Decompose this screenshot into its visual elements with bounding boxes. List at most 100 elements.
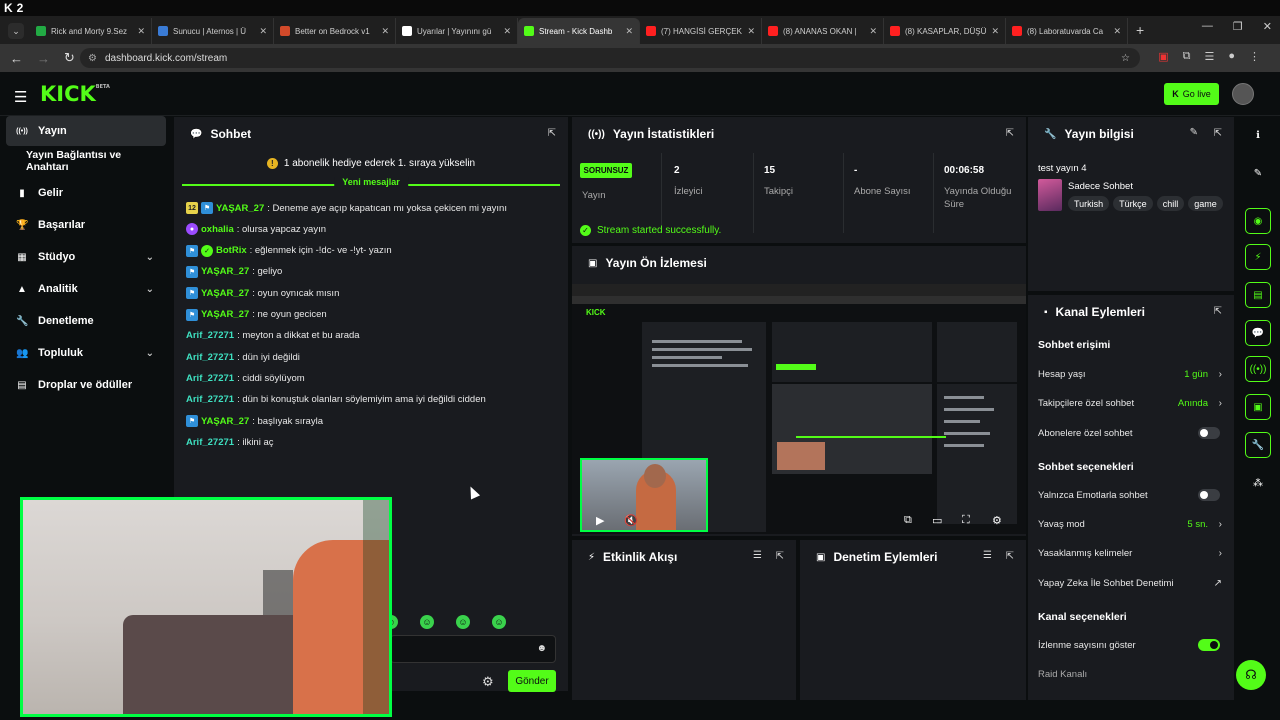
mute-icon[interactable]: 🔇 — [624, 514, 638, 527]
emote-icon[interactable]: ☺ — [456, 615, 470, 629]
close-window-icon[interactable]: ✕ — [1263, 20, 1272, 33]
bookmark-star-icon[interactable]: ☆ — [1121, 53, 1130, 64]
ai-moderation-row[interactable]: Yapay Zeka İle Sohbet Denetimi ↗ — [1038, 575, 1224, 591]
theater-icon[interactable]: ▭ — [932, 514, 942, 527]
play-icon[interactable]: ▶ — [596, 514, 604, 527]
document-icon[interactable]: ▤ — [1245, 282, 1271, 308]
slow-mode-row[interactable]: Yavaş mod 5 sn. › — [1038, 516, 1224, 532]
chat-message[interactable]: Arif_27271: dün bi konuştuk olanları söy… — [186, 392, 486, 408]
close-tab-icon[interactable]: ✕ — [137, 26, 145, 37]
chat-username[interactable]: YAŞAR_27 — [201, 266, 249, 277]
forward-icon[interactable]: → — [37, 51, 50, 66]
chat-settings-gear-icon[interactable]: ⚙ — [482, 674, 494, 690]
raid-channel-row[interactable]: Raid Kanalı — [1038, 666, 1224, 682]
tag-chip[interactable]: Turkish — [1068, 196, 1110, 211]
chat-username[interactable]: oxhalia — [201, 224, 234, 235]
apps-icon[interactable]: ⁂ — [1245, 470, 1271, 496]
close-tab-icon[interactable]: ✕ — [869, 26, 877, 37]
chat-username[interactable]: BotRix — [216, 245, 247, 256]
browser-tab[interactable]: (8) ANANAS OKAN | ✕ — [762, 18, 884, 44]
close-tab-icon[interactable]: ✕ — [991, 26, 999, 37]
stream-preview-video[interactable]: KICK ▶ 🔇 ⧉ ▭ ⛶ ⚙ — [572, 284, 1026, 534]
show-views-toggle[interactable] — [1198, 639, 1220, 651]
browser-tab[interactable]: (8) Laboratuvarda Ca ✕ — [1006, 18, 1128, 44]
browser-tab[interactable]: Stream - Kick Dashb ✕ — [518, 18, 640, 44]
chat-bubble-icon[interactable]: 💬 — [1245, 320, 1271, 346]
avatar[interactable] — [1232, 83, 1254, 105]
followers-only-row[interactable]: Takipçilere özel sohbet Anında › — [1038, 395, 1224, 411]
close-tab-icon[interactable]: ✕ — [503, 26, 511, 37]
back-icon[interactable]: ← — [10, 51, 23, 66]
info-icon[interactable]: ℹ — [1245, 122, 1271, 148]
pinned-banner[interactable]: ! 1 abonelik hediye ederek 1. sıraya yük… — [174, 153, 568, 173]
reading-list-icon[interactable]: ☰ — [1204, 50, 1214, 63]
chat-username[interactable]: Arif_27271 — [186, 373, 234, 384]
chat-username[interactable]: Arif_27271 — [186, 330, 234, 341]
pip-icon[interactable]: ⧉ — [904, 514, 912, 527]
extensions-puzzle-icon[interactable]: ⧉ — [1183, 50, 1191, 63]
chat-message[interactable]: Arif_27271: ciddi söylüyom — [186, 370, 305, 386]
chat-message[interactable]: ⚑ YAŞAR_27: başlıyak sırayla — [186, 413, 323, 429]
chat-username[interactable]: Arif_27271 — [186, 394, 234, 405]
chat-input[interactable]: ☻ — [390, 635, 556, 663]
reload-icon[interactable]: ↻ — [64, 50, 75, 66]
popout-icon[interactable]: ⇱ — [1006, 551, 1014, 562]
extension-icon[interactable]: ▣ — [1158, 50, 1168, 63]
minimize-icon[interactable]: — — [1202, 20, 1213, 33]
chat-username[interactable]: YAŞAR_27 — [201, 288, 249, 299]
edit-pencil-icon[interactable]: ✎ — [1245, 160, 1271, 186]
close-tab-icon[interactable]: ✕ — [747, 26, 755, 37]
browser-tab[interactable]: (8) KASAPLAR, DÜŞÜ ✕ — [884, 18, 1006, 44]
wrench-icon[interactable]: 🔧 — [1245, 432, 1271, 458]
sidebar-item[interactable]: Yayın Bağlantısı ve Anahtarı — [6, 146, 166, 176]
popout-icon[interactable]: ⇱ — [1214, 306, 1222, 317]
tab-search-icon[interactable]: ⌄ — [8, 23, 24, 39]
chat-username[interactable]: YAŞAR_27 — [201, 416, 249, 427]
close-tab-icon[interactable]: ✕ — [1113, 26, 1121, 37]
moderation-icon[interactable]: ▣ — [1245, 394, 1271, 420]
tag-chip[interactable]: Türkçe — [1113, 196, 1153, 211]
hamburger-menu-icon[interactable]: ☰ — [14, 88, 27, 106]
sidebar-item[interactable]: 🏆 Başarılar — [6, 210, 166, 240]
popout-icon[interactable]: ⇱ — [776, 551, 784, 562]
sidebar-item[interactable]: ▲ Analitik ⌄ — [6, 274, 166, 304]
new-messages-divider[interactable]: Yeni mesajlar — [182, 177, 560, 191]
chat-username[interactable]: YAŞAR_27 — [216, 203, 264, 214]
popout-icon[interactable]: ⇱ — [1006, 128, 1014, 139]
chat-message[interactable]: Arif_27271: ilkini aç — [186, 434, 274, 450]
broadcast-icon[interactable]: ((•)) — [1245, 356, 1271, 382]
browser-tab[interactable]: Rick and Morty 9.Sez ✕ — [30, 18, 152, 44]
account-age-row[interactable]: Hesap yaşı 1 gün › — [1038, 366, 1224, 382]
filter-icon[interactable]: ☰ — [983, 550, 992, 561]
category-name[interactable]: Sadece Sohbet — [1068, 181, 1133, 192]
browser-tab[interactable]: Sunucu | Aternos | Ü ✕ — [152, 18, 274, 44]
browser-menu-icon[interactable]: ⋮ — [1249, 50, 1260, 63]
new-tab-icon[interactable]: + — [1136, 22, 1144, 38]
popout-icon[interactable]: ⇱ — [548, 128, 556, 139]
emoji-picker-icon[interactable]: ☻ — [536, 643, 547, 654]
sidebar-item[interactable]: 👥 Topluluk ⌄ — [6, 338, 166, 368]
chat-message[interactable]: Arif_27271: meyton a dikkat et bu arada — [186, 328, 360, 344]
emote-icon[interactable]: ☺ — [420, 615, 434, 629]
chat-message[interactable]: ⚑ YAŞAR_27: oyun oynıcak mısın — [186, 285, 339, 301]
subs-only-toggle[interactable] — [1198, 427, 1220, 439]
close-tab-icon[interactable]: ✕ — [381, 26, 389, 37]
close-tab-icon[interactable]: ✕ — [259, 26, 267, 37]
chat-message[interactable]: ⚑ YAŞAR_27: ne oyun gecicen — [186, 307, 327, 323]
site-info-icon[interactable]: ⚙ — [88, 53, 97, 64]
fullscreen-icon[interactable]: ⛶ — [962, 514, 970, 527]
sidebar-item[interactable]: 🔧 Denetleme — [6, 306, 166, 336]
browser-tab[interactable]: (7) HANGİSİ GERÇEK ✕ — [640, 18, 762, 44]
go-live-button[interactable]: K Go live — [1164, 83, 1219, 105]
emote-only-toggle[interactable] — [1198, 489, 1220, 501]
settings-gear-icon[interactable]: ⚙ — [992, 514, 1002, 527]
tag-chip[interactable]: game — [1188, 196, 1223, 211]
browser-tab[interactable]: Better on Bedrock v1 ✕ — [274, 18, 396, 44]
close-tab-icon[interactable]: ✕ — [625, 26, 633, 37]
address-bar[interactable]: ⚙ dashboard.kick.com/stream ☆ — [80, 48, 1140, 68]
profile-icon[interactable]: ● — [1228, 50, 1235, 63]
chat-username[interactable]: Arif_27271 — [186, 437, 234, 448]
chat-username[interactable]: YAŞAR_27 — [201, 309, 249, 320]
browser-tab[interactable]: Uyarılar | Yayınını gü ✕ — [396, 18, 518, 44]
lightning-icon[interactable]: ⚡ — [1245, 244, 1271, 270]
